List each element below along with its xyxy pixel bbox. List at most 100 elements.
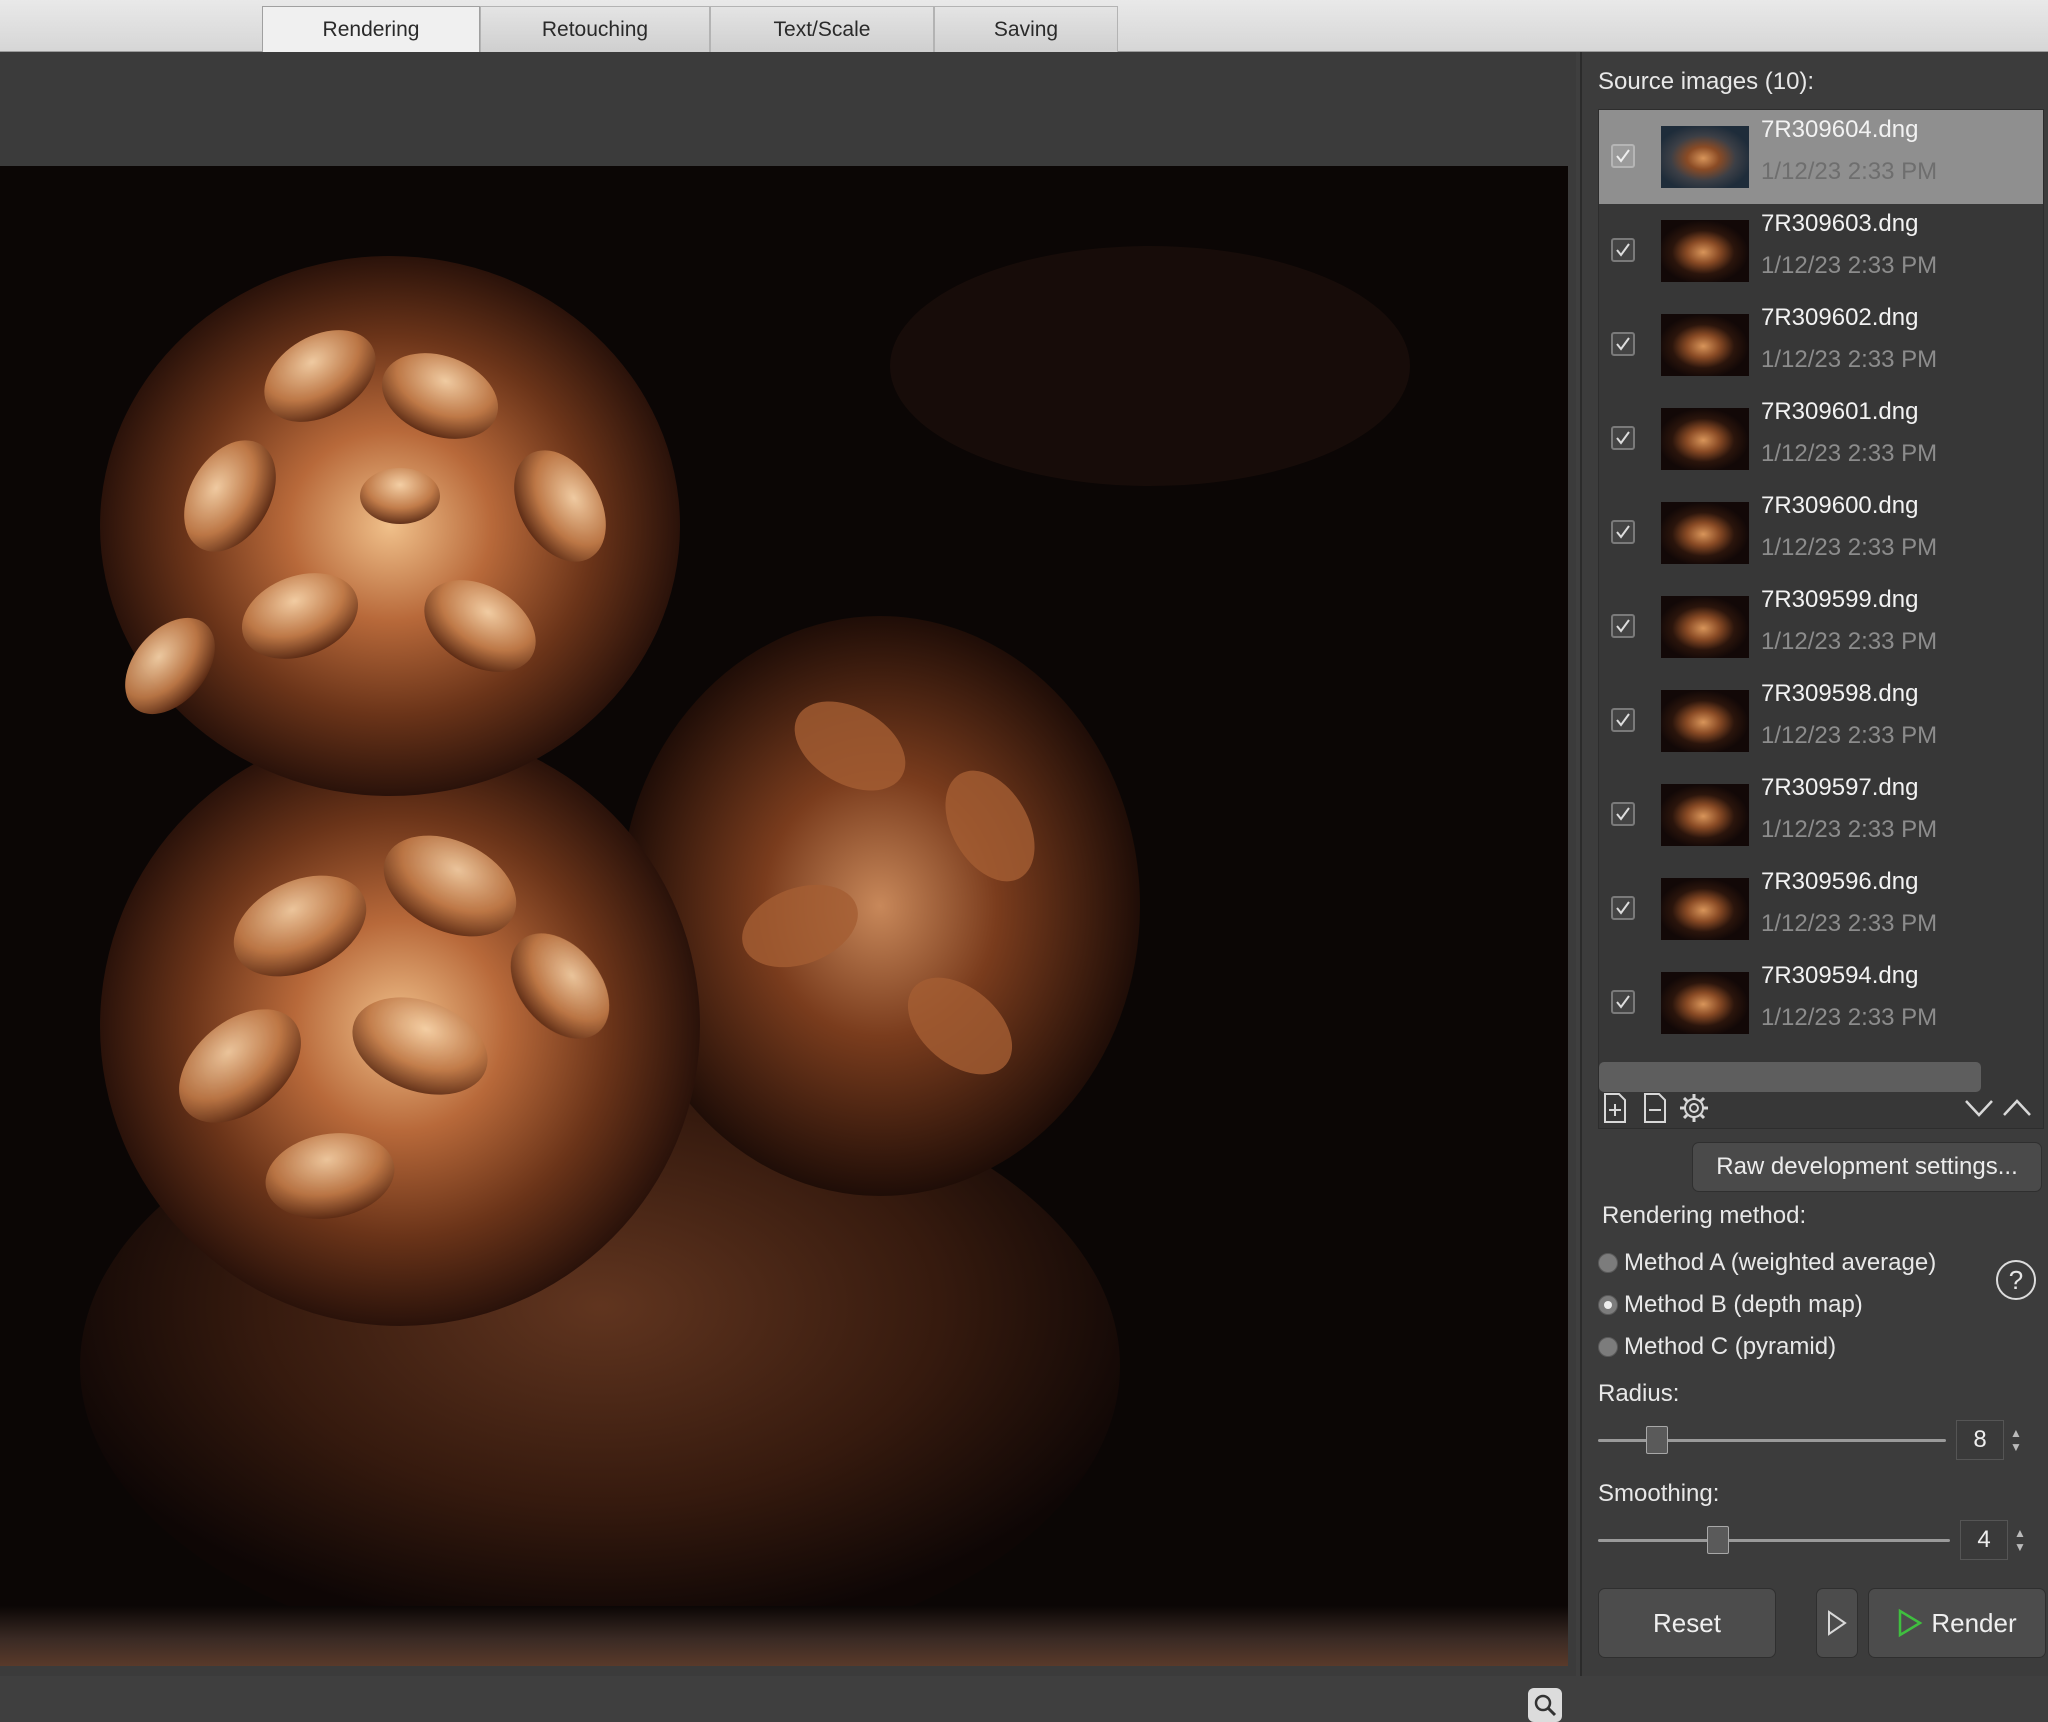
radius-stepper[interactable]: ▲ ▼ <box>2006 1420 2026 1460</box>
add-file-icon <box>1604 1093 1626 1123</box>
include-checkbox[interactable] <box>1611 520 1635 544</box>
preview-area <box>0 52 1576 1722</box>
pinecone-photo <box>0 166 1568 1666</box>
file-date: 1/12/23 2:33 PM <box>1761 158 1938 185</box>
file-name: 7R309596.dng <box>1761 868 1919 895</box>
zoom-button[interactable] <box>1528 1688 1562 1722</box>
remove-file-icon <box>1644 1093 1666 1123</box>
file-name: 7R309603.dng <box>1761 210 1919 237</box>
tab-bar: Rendering Retouching Text/Scale Saving <box>0 0 2048 53</box>
list-item[interactable]: 7R309601.dng 1/12/23 2:33 PM <box>1599 392 2043 486</box>
file-name: 7R309597.dng <box>1761 774 1919 801</box>
tab-retouching[interactable]: Retouching <box>480 6 710 52</box>
help-button[interactable]: ? <box>1996 1260 2036 1300</box>
include-checkbox[interactable] <box>1611 708 1635 732</box>
method-a-radio[interactable]: Method A (weighted average) <box>1598 1246 1936 1280</box>
list-item[interactable]: 7R309596.dng 1/12/23 2:33 PM <box>1599 862 2043 956</box>
file-date: 1/12/23 2:33 PM <box>1761 534 1938 561</box>
include-checkbox[interactable] <box>1611 426 1635 450</box>
tab-rendering[interactable]: Rendering <box>262 6 480 53</box>
raw-development-settings-button[interactable]: Raw development settings... <box>1692 1142 2042 1192</box>
file-date: 1/12/23 2:33 PM <box>1761 252 1938 279</box>
image-thumbnail <box>1661 502 1749 564</box>
radio-button[interactable] <box>1598 1253 1618 1273</box>
radius-label: Radius: <box>1598 1380 1680 1407</box>
radio-button[interactable] <box>1598 1337 1618 1357</box>
image-thumbnail <box>1661 220 1749 282</box>
smoothing-stepper[interactable]: ▲ ▼ <box>2010 1520 2030 1560</box>
file-name: 7R309601.dng <box>1761 398 1919 425</box>
tab-text-scale[interactable]: Text/Scale <box>710 6 934 52</box>
list-item[interactable]: 7R309594.dng 1/12/23 2:33 PM <box>1599 956 2043 1050</box>
include-checkbox[interactable] <box>1611 144 1635 168</box>
magnifier-icon <box>1534 1694 1557 1717</box>
render-button[interactable]: Render <box>1868 1588 2046 1658</box>
file-name: 7R309600.dng <box>1761 492 1919 519</box>
include-checkbox[interactable] <box>1611 238 1635 262</box>
chevron-down-icon <box>1965 1100 1993 1117</box>
list-item[interactable]: 7R309604.dng 1/12/23 2:33 PM <box>1599 110 2043 204</box>
list-item[interactable]: 7R309599.dng 1/12/23 2:33 PM <box>1599 580 2043 674</box>
list-scrollbar[interactable] <box>1599 1062 1981 1092</box>
checkmark-icon <box>1616 431 1630 445</box>
file-date: 1/12/23 2:33 PM <box>1761 346 1938 373</box>
include-checkbox[interactable] <box>1611 802 1635 826</box>
checkmark-icon <box>1616 713 1630 727</box>
checkmark-icon <box>1616 525 1630 539</box>
image-thumbnail <box>1661 126 1749 188</box>
settings-gear-icon <box>1680 1094 1708 1122</box>
method-a-label: Method A (weighted average) <box>1624 1249 1937 1276</box>
list-item[interactable]: 7R309600.dng 1/12/23 2:33 PM <box>1599 486 2043 580</box>
file-name: 7R309598.dng <box>1761 680 1919 707</box>
list-item[interactable]: 7R309602.dng 1/12/23 2:33 PM <box>1599 298 2043 392</box>
image-thumbnail <box>1661 972 1749 1034</box>
radio-button-selected[interactable] <box>1598 1295 1618 1315</box>
render-button-label: Render <box>1931 1607 2017 1638</box>
checkmark-icon <box>1616 807 1630 821</box>
preview-image[interactable] <box>0 166 1568 1666</box>
play-outline-icon <box>1828 1610 1847 1636</box>
image-thumbnail <box>1661 878 1749 940</box>
list-item[interactable]: 7R309598.dng 1/12/23 2:33 PM <box>1599 674 2043 768</box>
method-b-radio[interactable]: Method B (depth map) <box>1598 1288 1863 1322</box>
file-date: 1/12/23 2:33 PM <box>1761 1004 1938 1031</box>
checkmark-icon <box>1616 337 1630 351</box>
checkmark-icon <box>1616 619 1630 633</box>
move-down-button[interactable] <box>1962 1090 1996 1126</box>
checkmark-icon <box>1616 243 1630 257</box>
chevron-up-icon <box>2003 1099 2031 1116</box>
image-thumbnail <box>1661 596 1749 658</box>
tab-saving[interactable]: Saving <box>934 6 1118 52</box>
smoothing-slider[interactable] <box>1598 1539 1950 1542</box>
add-file-button[interactable] <box>1598 1090 1632 1126</box>
file-date: 1/12/23 2:33 PM <box>1761 910 1938 937</box>
method-b-label: Method B (depth map) <box>1624 1291 1863 1318</box>
include-checkbox[interactable] <box>1611 614 1635 638</box>
file-name: 7R309594.dng <box>1761 962 1919 989</box>
checkmark-icon <box>1616 149 1630 163</box>
play-icon <box>1899 1608 1923 1638</box>
method-c-radio[interactable]: Method C (pyramid) <box>1598 1330 1836 1364</box>
preview-render-button[interactable] <box>1816 1588 1858 1658</box>
reset-button[interactable]: Reset <box>1598 1588 1776 1658</box>
source-images-header: Source images (10): <box>1598 68 1815 95</box>
smoothing-slider-thumb[interactable] <box>1706 1526 1729 1554</box>
remove-file-button[interactable] <box>1638 1090 1672 1126</box>
list-item[interactable]: 7R309603.dng 1/12/23 2:33 PM <box>1599 204 2043 298</box>
image-thumbnail <box>1661 690 1749 752</box>
include-checkbox[interactable] <box>1611 332 1635 356</box>
include-checkbox[interactable] <box>1611 896 1635 920</box>
method-c-label: Method C (pyramid) <box>1624 1333 1837 1360</box>
image-thumbnail <box>1661 784 1749 846</box>
file-settings-button[interactable] <box>1678 1090 1712 1126</box>
file-date: 1/12/23 2:33 PM <box>1761 440 1938 467</box>
smoothing-label: Smoothing: <box>1598 1480 1720 1507</box>
smoothing-value-field[interactable]: 4 <box>1960 1520 2008 1560</box>
radius-value-field[interactable]: 8 <box>1956 1420 2004 1460</box>
list-item[interactable]: 7R309597.dng 1/12/23 2:33 PM <box>1599 768 2043 862</box>
rendering-method-label: Rendering method: <box>1602 1202 1807 1229</box>
source-image-list[interactable]: 7R309604.dng 1/12/23 2:33 PM 7R309603.dn… <box>1598 109 2044 1129</box>
move-up-button[interactable] <box>2000 1090 2034 1126</box>
radius-slider-thumb[interactable] <box>1646 1426 1669 1454</box>
include-checkbox[interactable] <box>1611 990 1635 1014</box>
